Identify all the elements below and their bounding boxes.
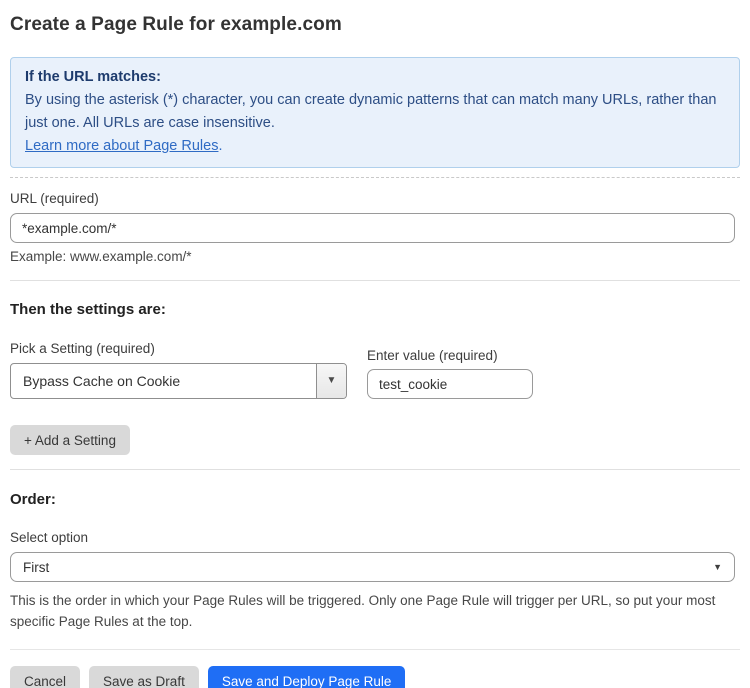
footer-buttons: Cancel Save as Draft Save and Deploy Pag…: [10, 666, 740, 688]
order-heading: Order:: [10, 491, 740, 508]
setting-select-value: Bypass Cache on Cookie: [11, 364, 316, 398]
pick-setting-label: Pick a Setting (required): [10, 341, 347, 356]
url-helper-text: Example: www.example.com/*: [10, 249, 740, 264]
setting-select-arrow-button[interactable]: ▼: [316, 364, 346, 398]
settings-heading: Then the settings are:: [10, 301, 740, 318]
link-suffix: .: [218, 138, 222, 154]
footer-divider: [10, 649, 740, 650]
page-rule-form: Create a Page Rule for example.com If th…: [0, 14, 750, 688]
order-select[interactable]: First ▼: [10, 552, 735, 582]
enter-value-label: Enter value (required): [367, 348, 533, 363]
chevron-down-icon: ▼: [327, 376, 337, 386]
info-box-heading: If the URL matches:: [25, 66, 725, 89]
add-setting-button[interactable]: + Add a Setting: [10, 425, 130, 455]
cancel-button[interactable]: Cancel: [10, 666, 80, 688]
section-divider: [10, 280, 740, 281]
url-input[interactable]: [10, 213, 735, 243]
settings-row: Pick a Setting (required) Bypass Cache o…: [10, 341, 740, 399]
pick-setting-column: Pick a Setting (required) Bypass Cache o…: [10, 341, 347, 399]
chevron-down-icon: ▼: [713, 563, 722, 572]
save-draft-button[interactable]: Save as Draft: [89, 666, 199, 688]
page-title: Create a Page Rule for example.com: [10, 14, 740, 36]
dashed-divider: [10, 177, 740, 178]
order-select-value: First: [23, 560, 49, 575]
save-deploy-button[interactable]: Save and Deploy Page Rule: [208, 666, 406, 688]
select-option-label: Select option: [10, 530, 740, 545]
order-helper-text: This is the order in which your Page Rul…: [10, 590, 717, 632]
setting-select[interactable]: Bypass Cache on Cookie ▼: [10, 363, 347, 399]
info-box: If the URL matches: By using the asteris…: [10, 57, 740, 168]
url-label: URL (required): [10, 191, 740, 206]
section-divider: [10, 469, 740, 470]
enter-value-column: Enter value (required): [367, 341, 533, 399]
info-box-body: By using the asterisk (*) character, you…: [25, 89, 725, 135]
learn-more-link[interactable]: Learn more about Page Rules: [25, 138, 218, 154]
info-box-link-line: Learn more about Page Rules.: [25, 135, 725, 158]
setting-value-input[interactable]: [367, 369, 533, 399]
